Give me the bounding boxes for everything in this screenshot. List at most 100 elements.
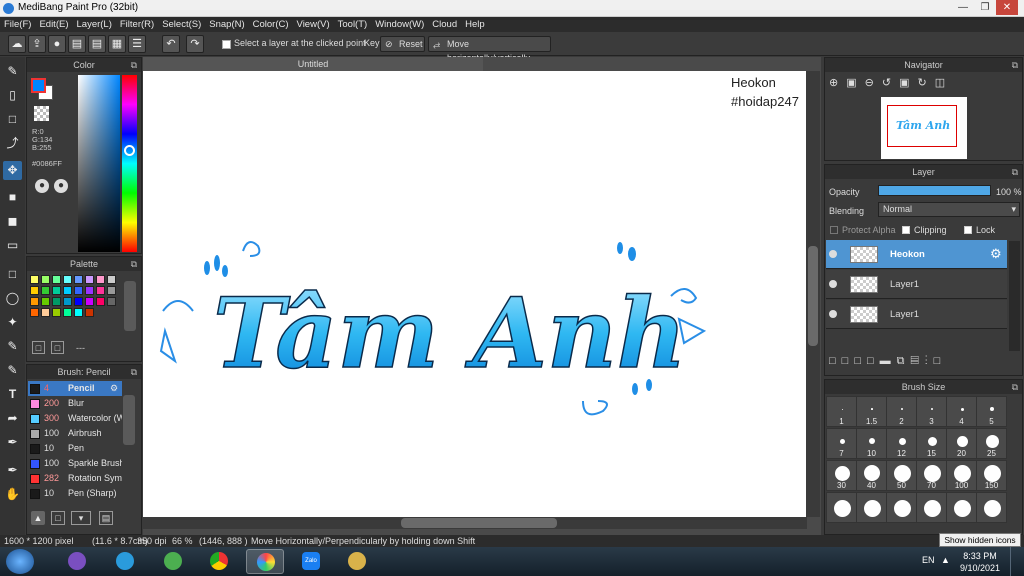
palette-swatch[interactable] (41, 275, 50, 284)
select-layer-checkbox[interactable] (222, 40, 231, 49)
brush-size-cell[interactable] (916, 492, 947, 523)
cloud-icon[interactable]: ☁ (8, 35, 26, 53)
menu-snap[interactable]: Snap(N) (205, 17, 248, 32)
brush-size-cell[interactable] (946, 492, 977, 523)
brush-size-cell[interactable]: 4 (946, 396, 977, 427)
palette-swatch[interactable] (30, 308, 39, 317)
start-button[interactable] (6, 549, 34, 574)
rect-select-icon[interactable]: □ (3, 110, 22, 129)
layer-scrollbar[interactable] (1009, 241, 1020, 351)
brush-item[interactable]: 10 Pen (28, 441, 122, 456)
menu-edit[interactable]: Edit(E) (35, 17, 72, 32)
brush-size-cell[interactable]: 25 (976, 428, 1007, 459)
magic-wand-icon[interactable]: ✦ (3, 313, 22, 332)
brush-menu-icon[interactable]: ▾ (71, 511, 91, 525)
redo-icon[interactable]: ↷ (186, 35, 204, 53)
eye-icon[interactable] (829, 310, 837, 318)
brush-new-icon[interactable]: □ (51, 511, 65, 525)
new-layer-8bit-icon[interactable]: □ (842, 355, 855, 367)
horizontal-scrollbar[interactable] (143, 517, 807, 529)
eye-icon[interactable] (829, 280, 837, 288)
palette-swatch[interactable] (63, 275, 72, 284)
zoom-out-icon[interactable]: ⊖ (865, 77, 882, 89)
saturation-value-picker[interactable] (78, 75, 120, 252)
palette-swatch[interactable] (30, 297, 39, 306)
menu-window[interactable]: Window(W) (371, 17, 428, 32)
tray-arrow-icon[interactable]: ▲ (941, 555, 950, 565)
fit-window-icon[interactable]: ▣ (899, 77, 917, 89)
palette-swatch[interactable] (107, 286, 116, 295)
chat-icon[interactable]: ● (48, 35, 66, 53)
merge-layer-icon[interactable]: ▤ (910, 355, 924, 367)
palette-icon[interactable]: ● (35, 179, 49, 193)
menu-layer[interactable]: Layer(L) (73, 17, 116, 32)
taskbar-coccoc[interactable] (154, 549, 192, 574)
panel-popout-icon[interactable]: ⧉ (131, 365, 137, 379)
brush-size-cell[interactable]: 10 (856, 428, 887, 459)
menu-filter[interactable]: Filter(R) (116, 17, 158, 32)
palette-swatch[interactable] (30, 275, 39, 284)
palette-swatch[interactable] (107, 297, 116, 306)
eye-icon[interactable] (829, 250, 837, 258)
gradient-icon[interactable]: ▭ (3, 236, 22, 255)
reset-button[interactable]: ⊘ Reset (380, 36, 425, 52)
brush-size-cell[interactable]: 1.5 (856, 396, 887, 427)
hand-tool-icon[interactable]: ✋ (3, 485, 22, 504)
taskbar-zalo[interactable]: Zalo (292, 549, 330, 574)
drawing-canvas[interactable]: Heokon #hoidap247 Tâm Anh (143, 71, 807, 517)
palette-swatch[interactable] (85, 275, 94, 284)
undo-icon[interactable]: ↶ (162, 35, 180, 53)
brush-size-cell[interactable]: 2 (886, 396, 917, 427)
vertical-scrollbar[interactable] (806, 71, 820, 517)
lock-checkbox[interactable] (964, 226, 972, 234)
panel-popout-icon[interactable]: ⧉ (131, 257, 137, 271)
show-desktop-button[interactable] (1010, 547, 1024, 576)
dropper-icon[interactable]: ✒ (3, 461, 22, 480)
ellipse-select-icon[interactable]: ◯ (3, 289, 22, 308)
grid-icon[interactable]: ▦ (108, 35, 126, 53)
palette-swatch[interactable] (41, 297, 50, 306)
palette-swatch[interactable] (74, 275, 83, 284)
palette-swatch[interactable] (96, 286, 105, 295)
brush-size-cell[interactable]: 15 (916, 428, 947, 459)
layer-row[interactable]: Heokon ⚙ (826, 240, 1007, 269)
brush-size-cell[interactable] (826, 492, 857, 523)
palette-swatch[interactable] (74, 308, 83, 317)
new-palette-icon[interactable]: □ (32, 341, 45, 354)
brush-item[interactable]: 100 Airbrush (28, 426, 122, 441)
panel-popout-icon[interactable]: ⧉ (1012, 380, 1018, 394)
hue-slider[interactable] (122, 75, 137, 252)
brush-size-cell[interactable]: 70 (916, 460, 947, 491)
brush-item[interactable]: 300 Watercolor (W (28, 411, 122, 426)
palette-swatch[interactable] (96, 275, 105, 284)
opacity-slider[interactable] (878, 185, 991, 196)
brush-size-cell[interactable] (976, 492, 1007, 523)
pen-select-icon[interactable]: ✎ (3, 337, 22, 356)
menu-file[interactable]: File(F) (0, 17, 35, 32)
brush-size-cell[interactable]: 1 (826, 396, 857, 427)
gear-icon[interactable]: ⚙ (110, 381, 118, 396)
navigator-preview[interactable]: Tâm Anh (881, 97, 967, 159)
rotate-right-icon[interactable]: ↻ (917, 77, 934, 89)
eyedropper-icon[interactable]: ✒ (3, 433, 22, 452)
new-layer-1bit-icon[interactable]: □ (854, 355, 867, 367)
select-eraser-icon[interactable]: ✎ (3, 361, 22, 380)
foreground-color-swatch[interactable] (31, 78, 46, 93)
vertical-scroll-thumb[interactable] (808, 246, 818, 346)
brush-size-cell[interactable]: 100 (946, 460, 977, 491)
clipping-checkbox[interactable] (902, 226, 910, 234)
fill-rect-icon[interactable]: ■ (3, 188, 22, 207)
lasso-icon[interactable]: ⤴ (3, 134, 22, 153)
gear-icon[interactable]: ⚙ (990, 246, 1002, 262)
palette-swatch[interactable] (52, 286, 61, 295)
move-tool-icon[interactable]: ✥ (3, 161, 22, 180)
palette-swatch[interactable] (85, 297, 94, 306)
brush-size-cell[interactable]: 3 (916, 396, 947, 427)
menu-tool[interactable]: Tool(T) (334, 17, 372, 32)
brush-size-cell[interactable]: 40 (856, 460, 887, 491)
palette-swatch[interactable] (63, 308, 72, 317)
rotate-left-icon[interactable]: ↺ (882, 77, 899, 89)
clock[interactable]: 8:33 PM 9/10/2021 (955, 550, 1005, 574)
brush-item[interactable]: 4 Pencil ⚙ (28, 381, 122, 396)
brush-size-cell[interactable]: 50 (886, 460, 917, 491)
